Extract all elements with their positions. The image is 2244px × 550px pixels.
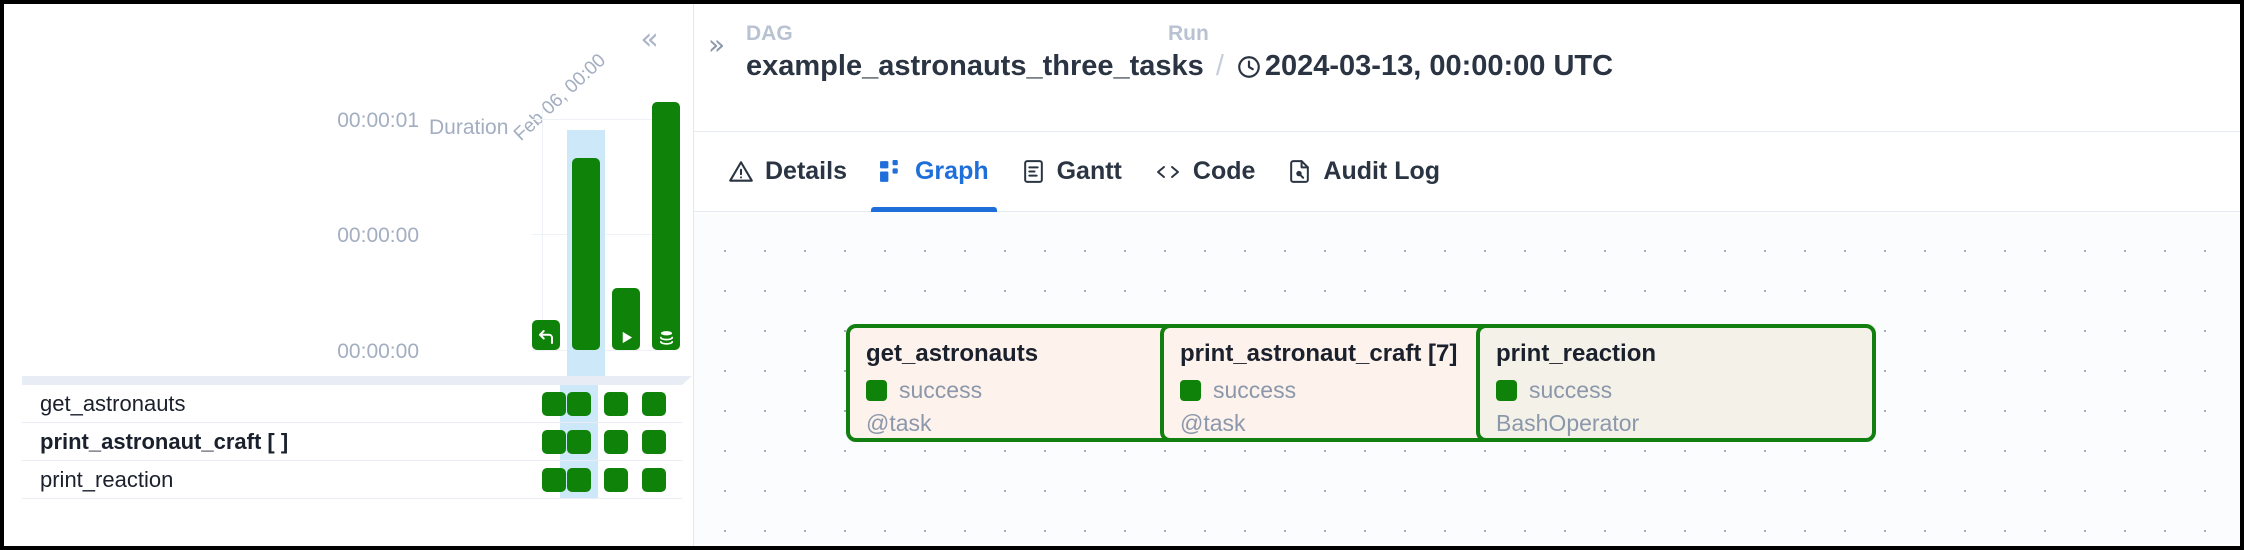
task-name: print_astronaut_craft [ ] (40, 428, 289, 454)
detail-panel: » DAG Run example_astronauts_three_tasks… (694, 4, 2240, 546)
gridline (532, 119, 662, 120)
chevrons-right-icon[interactable]: » (708, 28, 725, 61)
y-axis-tick-2: 00:00:00 (337, 340, 419, 363)
y-axis-tick-0: 00:00:01 (337, 109, 419, 132)
task-instance-square[interactable] (542, 430, 566, 454)
grid-header-separator (22, 376, 692, 385)
tab-label: Graph (914, 157, 989, 185)
node-status-text: success (899, 377, 983, 403)
backfill-icon (532, 326, 560, 348)
airflow-grid-graph-view: « Duration Feb 06, 00:00 00:00:01 00:00:… (4, 4, 2240, 546)
dag-name-link[interactable]: example_astronauts_three_tasks (746, 50, 1204, 83)
task-instance-square[interactable] (642, 430, 666, 454)
tab-code[interactable]: Code (1138, 132, 1272, 212)
dag-kicker-label: DAG (746, 22, 793, 45)
node-status-text: success (1529, 377, 1613, 403)
task-row[interactable]: print_reaction (22, 461, 682, 499)
tab-graph[interactable]: Graph (863, 132, 1005, 212)
breadcrumb-separator: / (1215, 50, 1224, 82)
clock-icon (1236, 54, 1262, 80)
task-instance-square[interactable] (567, 468, 591, 492)
node-title: print_reaction (1496, 340, 1657, 367)
y-axis-line (542, 106, 543, 350)
active-tab-underline (870, 206, 997, 212)
dataset-icon (652, 326, 680, 348)
task-instance-square[interactable] (567, 392, 591, 416)
duration-chart: Duration Feb 06, 00:00 00:00:01 00:00:00… (4, 50, 694, 378)
task-instance-square[interactable] (567, 430, 591, 454)
chevrons-left-icon[interactable]: « (631, 25, 665, 56)
task-name: print_reaction (40, 466, 174, 492)
code-icon (1154, 159, 1182, 185)
graph-node-print-reaction[interactable]: print_reaction success BashOperator (1476, 324, 1876, 442)
triangle-alert-icon (728, 159, 754, 185)
run-name-link[interactable]: 2024-03-13, 00:00:00 UTC (1265, 50, 1613, 83)
status-square-success (866, 380, 887, 401)
grid-panel: « Duration Feb 06, 00:00 00:00:01 00:00:… (4, 4, 694, 546)
task-instance-square[interactable] (542, 468, 566, 492)
task-instance-square[interactable] (642, 392, 666, 416)
audit-log-icon (1287, 159, 1312, 184)
task-row[interactable]: print_astronaut_craft [ ] (22, 423, 682, 461)
task-row[interactable]: get_astronauts (22, 385, 682, 423)
tab-details[interactable]: Details (712, 132, 863, 212)
gantt-icon (1021, 159, 1046, 184)
task-name: get_astronauts (40, 390, 186, 416)
graph-canvas[interactable]: get_astronauts success @task print_astro… (694, 212, 2240, 544)
chart-duration-label: Duration (429, 116, 509, 139)
tab-label: Audit Log (1323, 157, 1441, 185)
tab-gantt[interactable]: Gantt (1005, 132, 1138, 212)
tab-label: Code (1192, 157, 1256, 185)
task-instance-squares (542, 468, 682, 492)
breadcrumb-path: example_astronauts_three_tasks / 2024-03… (746, 50, 1613, 83)
tab-label: Gantt (1056, 157, 1122, 185)
tab-label: Details (765, 157, 847, 185)
task-instance-square[interactable] (604, 392, 628, 416)
run-kicker-label: Run (1168, 22, 1209, 45)
tab-audit-log[interactable]: Audit Log (1271, 132, 1456, 212)
task-instance-squares (542, 392, 682, 416)
status-square-success (1180, 380, 1201, 401)
task-instance-square[interactable] (542, 392, 566, 416)
task-instance-square[interactable] (604, 430, 628, 454)
y-axis-tick-1: 00:00:00 (337, 224, 419, 247)
status-square-success (1496, 380, 1517, 401)
node-status-text: success (1213, 377, 1297, 403)
task-instance-squares (542, 430, 682, 454)
task-instance-square[interactable] (642, 468, 666, 492)
chart-plot-area (532, 64, 680, 378)
task-instance-square[interactable] (604, 468, 628, 492)
node-status: success (1496, 377, 1872, 404)
breadcrumb: » DAG Run example_astronauts_three_tasks… (694, 4, 2240, 132)
node-operator: BashOperator (1496, 410, 1640, 436)
graph-icon (879, 159, 904, 184)
play-icon (612, 326, 640, 348)
tab-bar: Details Graph Gantt Code Audit Log (694, 132, 2240, 212)
